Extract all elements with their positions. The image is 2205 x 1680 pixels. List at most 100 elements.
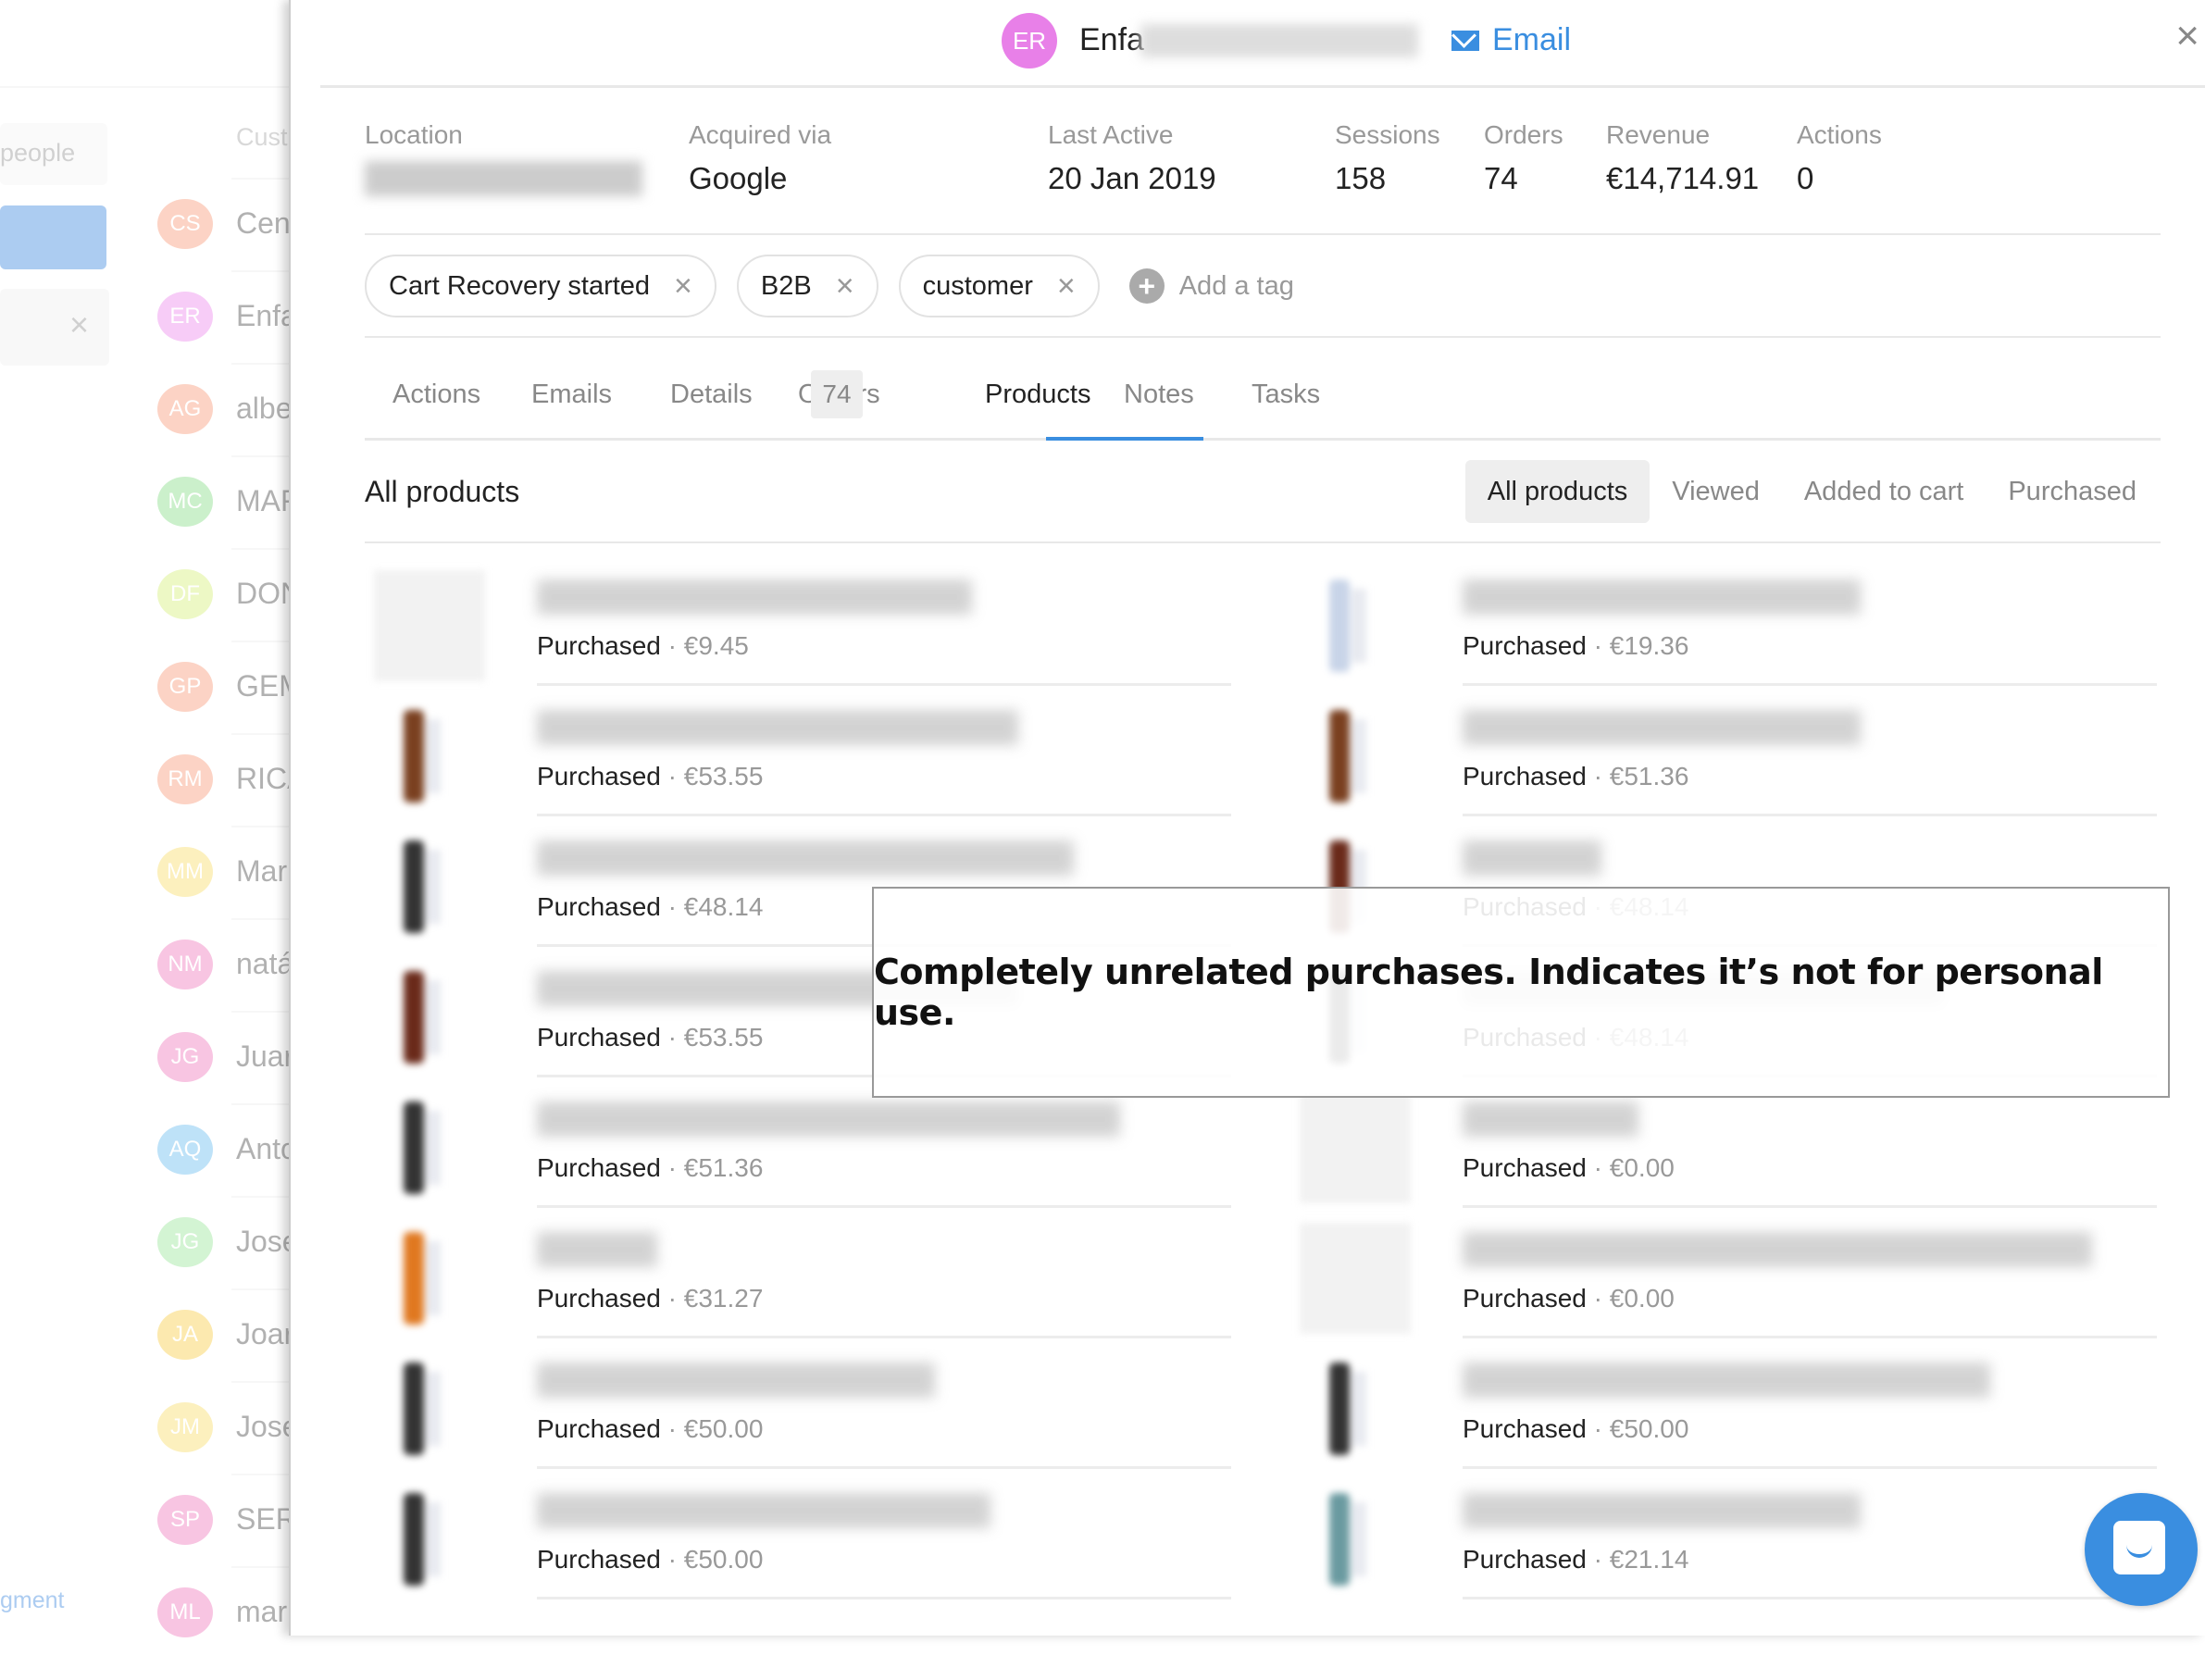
customer-list-item[interactable]: JM Jose [157,1381,324,1495]
avatar: GP [157,662,213,712]
product-item[interactable]: Purchased · €50.00 [365,1338,1231,1469]
product-item[interactable]: Purchased · €9.45 [365,555,1231,686]
avatar: ER [1002,13,1057,68]
close-icon[interactable]: × [2175,13,2199,59]
customer-name: Joar [236,1317,294,1350]
product-item[interactable]: Purchased · €51.36 [1290,686,2157,816]
stat-revenue: Revenue €14,714.91 [1606,120,1759,196]
customer-list-item[interactable]: ER Enfa [157,270,324,384]
product-price: €53.55 [683,1023,764,1052]
customer-list-item[interactable]: MC MAF [157,455,324,569]
customer-list-item[interactable]: AG albe [157,363,324,477]
customer-list-item[interactable]: NM natá [157,918,324,1032]
avatar: MC [157,477,213,527]
customer-list-item[interactable]: RM RICA [157,733,324,847]
email-button[interactable]: Email [1451,22,1571,58]
tab-details[interactable]: Details [670,380,753,410]
tab-bar: ActionsEmailsDetailsOrders74ProductsNote… [365,370,2161,441]
divider [365,233,2161,235]
avatar: DF [157,569,213,619]
product-item[interactable]: Purchased · €53.55 [365,686,1231,816]
customer-list-item[interactable]: GP GEM [157,641,324,754]
product-price: €50.00 [683,1414,764,1443]
product-meta: Purchased · €21.14 [1463,1545,1689,1574]
plus-icon: + [1128,268,1165,304]
avatar: JM [157,1402,213,1452]
close-icon[interactable]: × [69,305,89,344]
product-item[interactable]: Purchased · €21.14 [1290,1469,2157,1599]
product-status: Purchased [537,1284,661,1313]
product-item[interactable]: Purchased · €50.00 [1290,1338,2157,1469]
remove-tag-icon[interactable]: × [674,268,692,305]
divider [365,336,2161,338]
stat-orders: Orders 74 [1484,120,1563,196]
product-status: Purchased [1463,1414,1587,1443]
tab-tasks[interactable]: Tasks [1252,380,1320,410]
stat-label: Orders [1484,120,1563,149]
product-price: €50.00 [1609,1414,1689,1443]
product-thumbnail [374,570,485,681]
product-meta: Purchased · €50.00 [1463,1414,1689,1443]
avatar: ER [157,292,213,342]
customer-list-item[interactable]: CS Cen [157,178,324,292]
products-title: All products [365,475,520,508]
tab-products[interactable]: Products [985,380,1090,410]
product-meta: Purchased · €53.55 [537,762,764,790]
product-meta: Purchased · €48.14 [537,892,764,921]
product-price: €51.36 [683,1153,764,1182]
product-item[interactable]: Purchased · €0.00 [1290,1208,2157,1338]
customer-list-item[interactable]: AQ Anto [157,1103,324,1217]
tag-label: Cart Recovery started [389,270,651,301]
mail-icon [1451,30,1479,51]
product-name-redacted [537,1101,1120,1137]
product-thumbnail [1300,1223,1411,1334]
product-price: €0.00 [1609,1153,1675,1182]
product-thumbnail [374,831,485,942]
stat-label: Location [365,120,463,149]
filter-purchased[interactable]: Purchased [1986,460,2159,523]
customer-detail-panel: ER Enfa Email × Location Acquired via Goog… [289,0,2205,1636]
product-meta: Purchased · €53.55 [537,1023,764,1052]
filter-viewed[interactable]: Viewed [1650,460,1782,523]
customer-list-item[interactable]: ML mar [157,1566,324,1680]
customer-list-item[interactable]: JG Jose [157,1196,324,1310]
primary-button[interactable] [0,205,106,269]
stat-actions: Actions 0 [1797,120,1882,196]
chat-launcher-button[interactable] [2085,1493,2198,1606]
product-thumbnail [374,1484,485,1595]
product-name-redacted [537,840,1074,876]
product-price: €0.00 [1609,1284,1675,1313]
tab-emails[interactable]: Emails [531,380,612,410]
product-item[interactable]: Purchased · €31.27 [365,1208,1231,1338]
product-item[interactable]: Purchased · €50.00 [365,1469,1231,1599]
remove-tag-icon[interactable]: × [836,268,854,305]
customer-list-item[interactable]: MM Mar [157,826,324,940]
customer-list-item[interactable]: JA Joar [157,1288,324,1402]
product-item[interactable]: Purchased · €19.36 [1290,555,2157,686]
customer-list-item[interactable]: SP SER [157,1474,324,1587]
product-status: Purchased [537,1545,661,1574]
customer-list-item[interactable]: JG Juar [157,1011,324,1125]
product-name-redacted [1463,579,1861,615]
product-meta: Purchased · €51.36 [1463,762,1689,790]
stat-value: 0 [1797,161,1814,195]
product-filter-group: All products Viewed Added to cart Purchased [1464,460,2159,523]
add-tag-button[interactable]: + Add a tag [1128,268,1294,304]
product-price: €50.00 [683,1545,764,1574]
tab-actions[interactable]: Actions [392,380,480,410]
search-people-input[interactable]: people [0,123,107,185]
divider [365,541,2161,543]
product-meta: Purchased · €31.27 [537,1284,764,1313]
product-status: Purchased [1463,1545,1587,1574]
stat-value: 158 [1335,161,1387,195]
segment-link[interactable]: gment [0,1587,64,1614]
tab-notes[interactable]: Notes [1124,380,1194,410]
filter-all-products[interactable]: All products [1464,460,1651,523]
filter-added-to-cart[interactable]: Added to cart [1782,460,1987,523]
product-status: Purchased [537,1414,661,1443]
customer-list-item[interactable]: DF DON [157,548,324,662]
remove-tag-icon[interactable]: × [1057,268,1076,305]
avatar: CS [157,199,213,249]
product-status: Purchased [1463,1284,1587,1313]
filter-chip[interactable]: × [0,289,109,366]
